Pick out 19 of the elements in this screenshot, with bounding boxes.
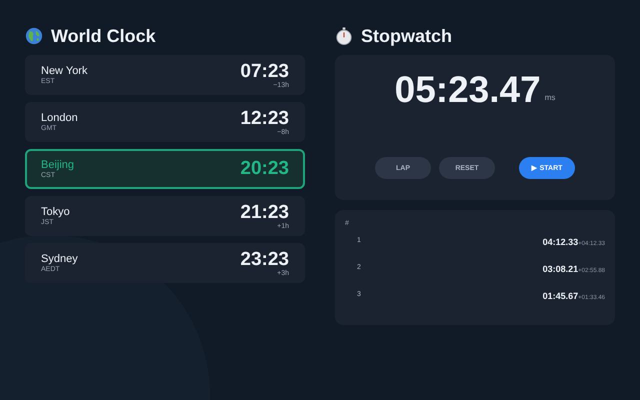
section-title: World Clock [51, 26, 156, 46]
city-time: 23:23 [240, 250, 289, 270]
city-name: Beijing [41, 159, 74, 171]
city-name: Sydney [41, 253, 78, 265]
lap-time: 01:45.67 [542, 290, 578, 300]
city-time: 20:23 [240, 159, 289, 179]
lap-time: 04:12.33 [542, 236, 578, 246]
city-name: New York [41, 65, 88, 77]
city-time: 12:23 [240, 108, 289, 128]
city-name: Tokyo [41, 206, 70, 218]
globe-icon [25, 27, 43, 45]
city-time: 21:23 [240, 202, 289, 222]
stopwatch-icon [335, 27, 353, 45]
lap-time: 03:08.21 [542, 264, 578, 274]
section-title: Stopwatch [361, 26, 452, 46]
city-time: 07:23 [240, 62, 289, 82]
elapsed-time: 05:23.47 [394, 69, 541, 111]
unit-label: ms [544, 93, 556, 102]
city-name: London [41, 112, 78, 124]
